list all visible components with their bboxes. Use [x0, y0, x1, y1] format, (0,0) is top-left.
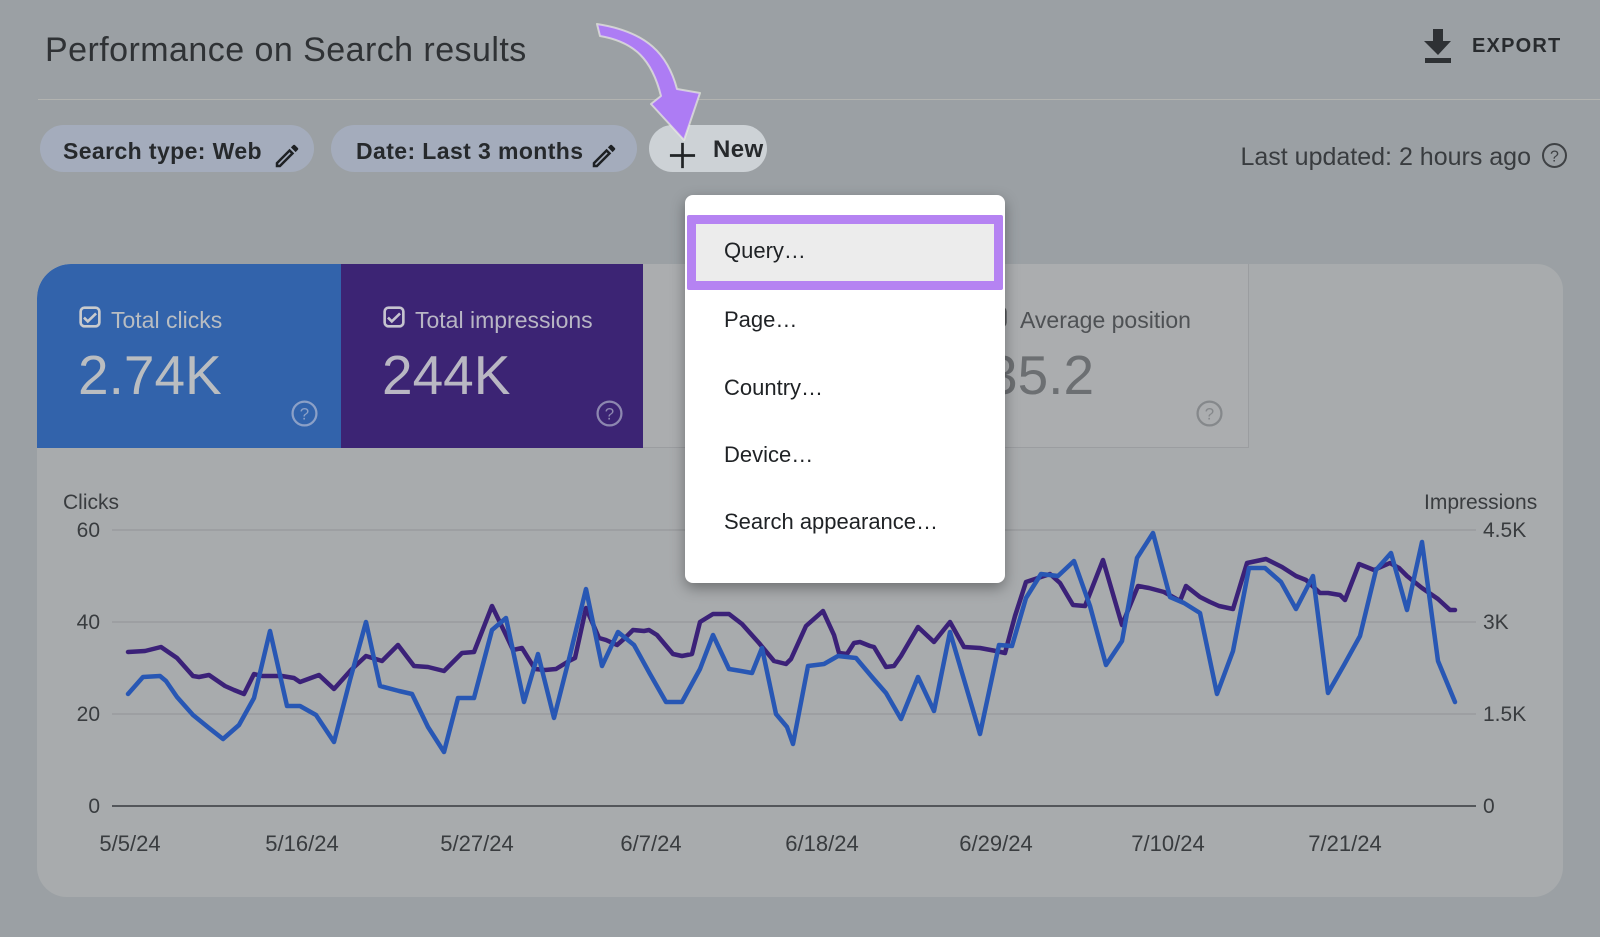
svg-text:60: 60	[77, 519, 100, 542]
svg-text:4.5K: 4.5K	[1483, 519, 1526, 542]
svg-text:1.5K: 1.5K	[1483, 703, 1526, 726]
svg-text:0: 0	[88, 795, 100, 818]
svg-text:7/21/24: 7/21/24	[1308, 831, 1381, 856]
svg-text:3K: 3K	[1483, 611, 1509, 634]
svg-text:20: 20	[77, 703, 100, 726]
svg-text:6/18/24: 6/18/24	[785, 831, 858, 856]
svg-text:5/5/24: 5/5/24	[99, 831, 160, 856]
svg-text:5/16/24: 5/16/24	[265, 831, 338, 856]
svg-text:Clicks: Clicks	[63, 491, 119, 514]
svg-text:0: 0	[1483, 795, 1495, 818]
svg-text:40: 40	[77, 611, 100, 634]
svg-text:5/27/24: 5/27/24	[440, 831, 513, 856]
svg-text:7/10/24: 7/10/24	[1131, 831, 1204, 856]
svg-text:6/29/24: 6/29/24	[959, 831, 1032, 856]
svg-text:6/7/24: 6/7/24	[620, 831, 681, 856]
svg-text:Impressions: Impressions	[1424, 491, 1537, 514]
